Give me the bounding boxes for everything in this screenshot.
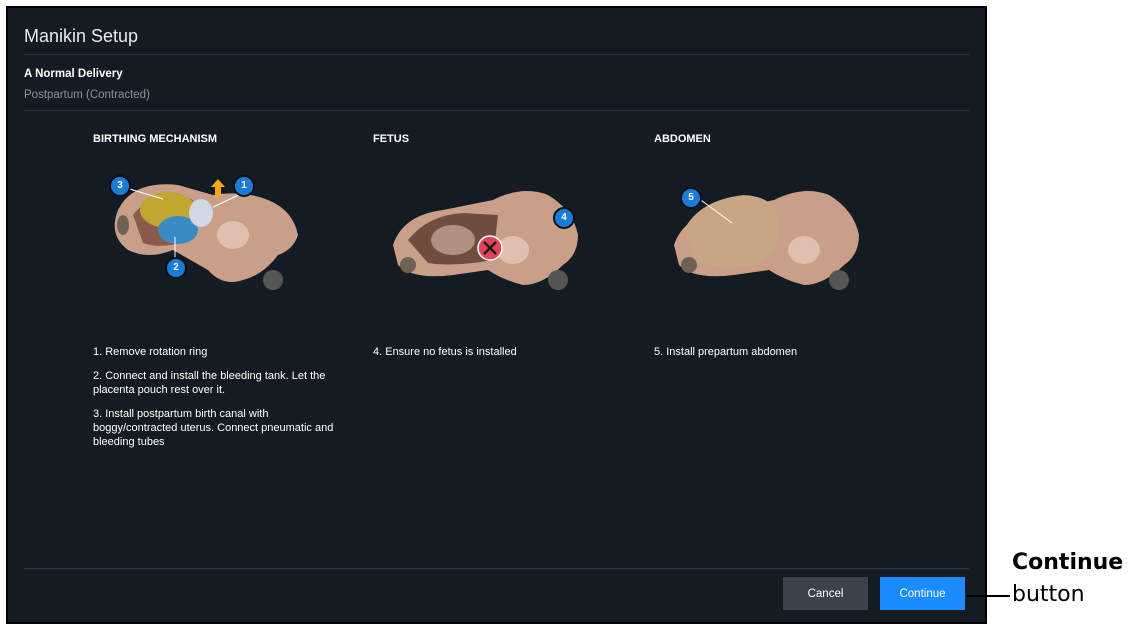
- steps-list: 5. Install prepartum abdomen: [654, 345, 914, 359]
- step-item: 5. Install prepartum abdomen: [654, 346, 798, 358]
- fetus-illustration: 4: [373, 155, 603, 305]
- step-badge: 2: [165, 257, 187, 279]
- step-item: 1. Remove rotation ring: [93, 346, 208, 358]
- divider: [24, 54, 969, 55]
- callout-title: Continue: [1012, 550, 1124, 575]
- step-badge: 1: [233, 175, 255, 197]
- step-badge: 4: [553, 207, 575, 229]
- scenario-state: Postpartum (Contracted): [24, 89, 150, 101]
- manikin-image: [674, 191, 859, 290]
- step-badge: 5: [680, 187, 702, 209]
- step-item: 2. Connect and install the bleeding tank…: [93, 370, 326, 396]
- divider: [24, 110, 969, 111]
- steps-list: 4. Ensure no fetus is installed: [373, 345, 633, 359]
- column-title: ABDOMEN: [654, 133, 711, 145]
- column-title: FETUS: [373, 133, 410, 145]
- birthing-mechanism-column: BIRTHING MECHANISM 3 2 1 1. Remove rotat…: [93, 133, 353, 465]
- manikin-setup-dialog: Manikin Setup A Normal Delivery Postpart…: [6, 6, 987, 624]
- step-badge: 3: [109, 175, 131, 197]
- scenario-name: A Normal Delivery: [24, 68, 123, 80]
- steps-list: 1. Remove rotation ring 2. Connect and i…: [93, 345, 353, 449]
- manikin-image: [393, 191, 578, 290]
- dialog-title: Manikin Setup: [24, 26, 139, 46]
- callout-line: [967, 595, 1010, 597]
- callout-subtitle: button: [1012, 582, 1085, 607]
- cancel-button[interactable]: Cancel: [783, 577, 868, 610]
- step-item: 4. Ensure no fetus is installed: [373, 346, 517, 358]
- arrow-up-icon: [211, 179, 225, 197]
- continue-button[interactable]: Continue: [880, 577, 965, 610]
- abdomen-column: ABDOMEN 5 5. Install prepartum abdomen: [654, 133, 914, 375]
- birthing-mechanism-illustration: 3 2 1: [93, 155, 323, 305]
- step-item: 3. Install postpartum birth canal with b…: [93, 408, 334, 448]
- abdomen-illustration: 5: [654, 155, 884, 305]
- fetus-column: FETUS 4 4. Ensure no fetus is installed: [373, 133, 633, 375]
- column-title: BIRTHING MECHANISM: [93, 133, 218, 145]
- divider: [24, 568, 969, 569]
